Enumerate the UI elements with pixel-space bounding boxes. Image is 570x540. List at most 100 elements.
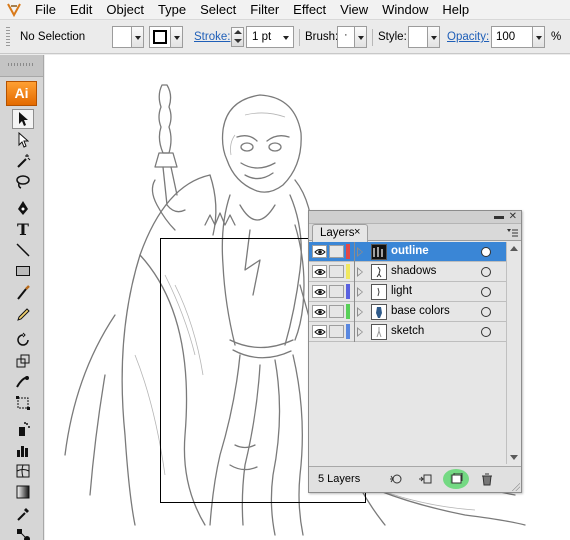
expand-arrow-icon[interactable] [357,327,363,337]
lasso-tool-icon[interactable] [12,172,34,192]
brush-dropdown-arrow[interactable] [355,26,367,48]
divider [299,29,300,46]
collapse-icon[interactable]: ▬ [494,212,504,222]
layer-target-icon[interactable] [481,267,491,277]
pen-tool-icon[interactable] [12,198,34,218]
make-clipping-mask-icon[interactable] [417,472,433,486]
scroll-up-icon[interactable] [510,246,518,251]
lock-toggle[interactable] [329,305,344,318]
brush-swatch[interactable]: · [337,26,355,48]
expand-arrow-icon[interactable] [357,287,363,297]
layer-target-icon[interactable] [481,287,491,297]
menu-window[interactable]: Window [375,0,435,20]
magic-wand-tool-icon[interactable] [12,151,34,171]
style-dropdown-arrow[interactable] [428,26,440,48]
menu-effect[interactable]: Effect [286,0,333,20]
tab-layers[interactable]: Layers × [312,224,368,242]
lock-toggle[interactable] [329,325,344,338]
blend-tool-icon[interactable] [12,525,34,540]
menu-filter[interactable]: Filter [243,0,286,20]
expand-arrow-icon[interactable] [357,267,363,277]
line-segment-tool-icon[interactable] [12,240,34,260]
opacity-label[interactable]: Opacity: [447,31,489,43]
menu-view[interactable]: View [333,0,375,20]
layer-name[interactable]: outline [391,245,429,257]
opacity-field[interactable]: 100 [491,26,533,48]
direct-selection-tool-icon[interactable] [12,130,34,150]
lock-toggle[interactable] [329,245,344,258]
layer-row-base-colors[interactable]: base colors [309,302,506,322]
layer-name[interactable]: light [391,285,412,297]
mesh-tool-icon[interactable] [12,461,34,481]
warp-tool-icon[interactable] [12,372,34,392]
control-bar: No Selection Stroke: 1 pt Brush: · Style… [0,21,570,54]
close-panel-icon[interactable]: ✕ [509,212,517,222]
fill-color-swatch[interactable] [112,26,132,48]
illustrator-window: File Edit Object Type Select Filter Effe… [0,0,570,540]
expand-arrow-icon[interactable] [357,307,363,317]
divider [354,262,355,282]
brush-value: · [344,29,348,41]
layer-row-light[interactable]: light [309,282,506,302]
layer-thumbnail [371,284,387,300]
layer-row-sketch[interactable]: sketch [309,322,506,342]
layer-target-icon[interactable] [481,327,491,337]
fill-dropdown-arrow[interactable] [132,26,144,48]
stroke-swatch-icon [153,30,167,44]
menu-help[interactable]: Help [435,0,476,20]
control-bar-grip[interactable] [6,27,10,48]
stroke-label[interactable]: Stroke: [194,31,230,43]
svg-text:T: T [17,221,29,237]
layers-panel-titlebar[interactable]: ▬ ✕ [309,211,521,224]
selection-tool-icon[interactable] [12,109,34,129]
tab-close-icon[interactable]: × [354,226,360,238]
stroke-weight-stepper[interactable] [231,27,244,47]
scale-tool-icon[interactable] [12,351,34,371]
column-graph-tool-icon[interactable] [12,440,34,460]
paintbrush-tool-icon[interactable] [12,283,34,303]
lock-toggle[interactable] [329,285,344,298]
graphic-style-swatch[interactable] [408,26,428,48]
rectangle-tool-icon[interactable] [12,261,34,281]
menu-object[interactable]: Object [99,0,151,20]
opacity-dropdown-arrow[interactable] [533,26,545,48]
stroke-weight-field[interactable]: 1 pt [246,26,294,48]
stroke-dropdown-arrow[interactable] [171,26,183,48]
gradient-tool-icon[interactable] [12,482,34,502]
stroke-color-swatch[interactable] [149,26,171,48]
type-tool-icon[interactable]: T [12,219,34,239]
layers-scrollbar[interactable] [506,242,521,464]
layer-name[interactable]: base colors [391,305,450,317]
layer-name[interactable]: sketch [391,325,424,337]
panel-menu-icon[interactable] [506,227,518,237]
visibility-eye-icon[interactable] [312,285,327,298]
create-new-layer-icon[interactable] [448,472,464,486]
expand-arrow-icon[interactable] [357,247,363,257]
resize-grip[interactable] [512,483,520,491]
layer-row-outline[interactable]: outline [309,242,506,262]
layer-target-icon[interactable] [481,247,491,257]
style-label: Style: [378,31,407,43]
menu-edit[interactable]: Edit [63,0,99,20]
visibility-eye-icon[interactable] [312,325,327,338]
menu-select[interactable]: Select [193,0,243,20]
delete-layer-icon[interactable] [479,472,495,486]
symbol-sprayer-tool-icon[interactable] [12,419,34,439]
menu-file[interactable]: File [28,0,63,20]
eyedropper-tool-icon[interactable] [12,504,34,524]
rotate-tool-icon[interactable] [12,330,34,350]
layer-row-shadows[interactable]: shadows [309,262,506,282]
visibility-eye-icon[interactable] [312,245,327,258]
pencil-tool-icon[interactable] [12,304,34,324]
locate-object-icon[interactable] [388,472,404,486]
layer-name[interactable]: shadows [391,265,436,277]
lock-toggle[interactable] [329,265,344,278]
visibility-eye-icon[interactable] [312,265,327,278]
menu-type[interactable]: Type [151,0,193,20]
tools-panel-header[interactable] [0,55,43,77]
layer-thumbnail [371,304,387,320]
visibility-eye-icon[interactable] [312,305,327,318]
free-transform-tool-icon[interactable] [12,393,34,413]
layer-target-icon[interactable] [481,307,491,317]
scroll-down-icon[interactable] [510,455,518,460]
